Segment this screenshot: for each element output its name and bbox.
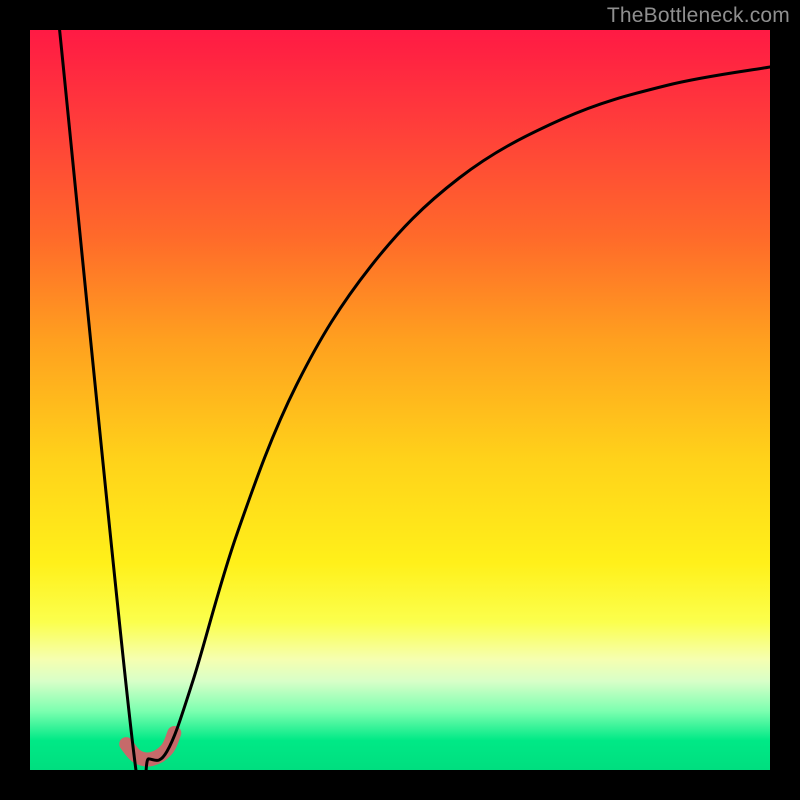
chart-frame: TheBottleneck.com bbox=[0, 0, 800, 800]
plot-area bbox=[30, 30, 770, 770]
watermark-text: TheBottleneck.com bbox=[607, 4, 790, 28]
